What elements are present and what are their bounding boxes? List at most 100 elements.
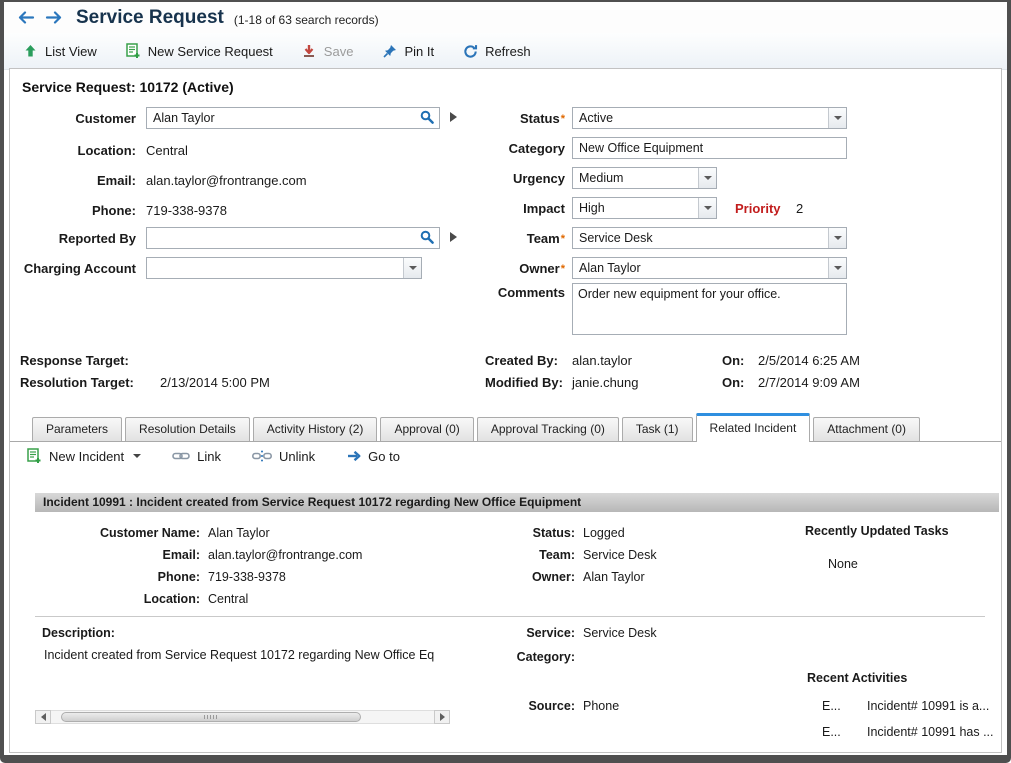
related-incident-toolbar: New Incident Link Unlink Go to xyxy=(26,443,400,469)
incident-owner-label: Owner: xyxy=(440,568,575,586)
comments-field[interactable]: Order new equipment for your office. xyxy=(572,283,847,335)
customer-label: Customer xyxy=(10,109,136,129)
chevron-down-icon xyxy=(133,454,141,458)
owner-select[interactable]: Alan Taylor xyxy=(572,257,847,279)
tab-approval-tracking[interactable]: Approval Tracking (0) xyxy=(477,417,619,441)
horizontal-scrollbar[interactable] xyxy=(35,709,450,725)
tab-attachment[interactable]: Attachment (0) xyxy=(813,417,920,441)
modified-on-value: 2/7/2014 9:09 AM xyxy=(758,373,860,393)
incident-header-bar[interactable]: Incident 10991 : Incident created from S… xyxy=(35,493,999,512)
refresh-icon xyxy=(462,43,479,60)
reported-by-input[interactable] xyxy=(146,227,440,249)
record-count: (1-18 of 63 search records) xyxy=(234,9,379,27)
scrollbar-track[interactable] xyxy=(51,710,434,724)
incident-team-label: Team: xyxy=(440,546,575,564)
incident-owner-value: Alan Taylor xyxy=(583,568,645,586)
chevron-down-icon xyxy=(698,198,716,218)
modified-on-label: On: xyxy=(722,373,744,393)
record-title: Service Request: 10172 (Active) xyxy=(22,79,234,95)
go-to-icon xyxy=(345,448,362,465)
created-by-label: Created By: xyxy=(485,351,558,371)
activity-row-type: E... xyxy=(822,697,841,715)
chevron-down-icon xyxy=(828,108,846,128)
link-button[interactable]: Link xyxy=(171,448,221,465)
scroll-right-button[interactable] xyxy=(434,710,450,724)
location-label: Location: xyxy=(10,141,136,161)
tab-approval[interactable]: Approval (0) xyxy=(380,417,473,441)
resolution-target-label: Resolution Target: xyxy=(20,373,134,393)
incident-email-value: alan.taylor@frontrange.com xyxy=(208,546,362,564)
impact-select[interactable]: High xyxy=(572,197,717,219)
incident-status-value: Logged xyxy=(583,524,625,542)
priority-value: 2 xyxy=(796,199,803,219)
response-target-label: Response Target: xyxy=(20,351,129,371)
activity-row-text[interactable]: Incident# 10991 is a... xyxy=(867,697,989,715)
team-select[interactable]: Service Desk xyxy=(572,227,847,249)
back-icon[interactable] xyxy=(18,11,35,24)
incident-description-label: Description: xyxy=(42,624,115,642)
charging-account-label: Charging Account xyxy=(10,259,136,279)
tab-related-incident[interactable]: Related Incident xyxy=(696,413,811,442)
created-on-value: 2/5/2014 6:25 AM xyxy=(758,351,860,371)
incident-service-label: Service: xyxy=(440,624,575,642)
created-by-value: alan.taylor xyxy=(572,351,632,371)
modified-by-value: janie.chung xyxy=(572,373,639,393)
incident-description-value: Incident created from Service Request 10… xyxy=(44,646,464,664)
reported-by-label: Reported By xyxy=(10,229,136,249)
tab-activity-history[interactable]: Activity History (2) xyxy=(253,417,378,441)
resolution-target-value: 2/13/2014 5:00 PM xyxy=(160,373,270,393)
app-window: Service Request (1-18 of 63 search recor… xyxy=(0,0,1011,763)
page-title: Service Request xyxy=(76,7,224,29)
phone-value: 719-338-9378 xyxy=(146,201,227,221)
new-service-request-icon xyxy=(125,43,142,60)
incident-team-value: Service Desk xyxy=(583,546,657,564)
unlink-icon xyxy=(251,448,273,465)
recently-updated-tasks-empty: None xyxy=(828,555,858,573)
pin-it-button[interactable]: Pin It xyxy=(381,43,434,60)
new-service-request-button[interactable]: New Service Request xyxy=(125,43,273,60)
scroll-left-button[interactable] xyxy=(35,710,51,724)
new-incident-button[interactable]: New Incident xyxy=(26,448,141,465)
list-view-button[interactable]: List View xyxy=(22,43,97,60)
status-label: Status* xyxy=(437,109,565,129)
email-value: alan.taylor@frontrange.com xyxy=(146,171,307,191)
save-button[interactable]: Save xyxy=(301,43,354,60)
urgency-select[interactable]: Medium xyxy=(572,167,717,189)
phone-label: Phone: xyxy=(10,201,136,221)
refresh-button[interactable]: Refresh xyxy=(462,43,531,60)
customer-search-icon[interactable] xyxy=(420,110,434,129)
divider xyxy=(35,616,985,617)
reported-by-search-icon[interactable] xyxy=(420,230,434,249)
created-on-label: On: xyxy=(722,351,744,371)
scrollbar-thumb[interactable] xyxy=(61,712,361,722)
unlink-button[interactable]: Unlink xyxy=(251,448,315,465)
tab-resolution-details[interactable]: Resolution Details xyxy=(125,417,250,441)
chevron-down-icon xyxy=(698,168,716,188)
category-input[interactable] xyxy=(572,137,847,159)
activity-row-text[interactable]: Incident# 10991 has ... xyxy=(867,723,993,741)
pin-icon xyxy=(381,43,398,60)
tab-parameters[interactable]: Parameters xyxy=(32,417,122,441)
new-incident-icon xyxy=(26,448,43,465)
customer-input[interactable] xyxy=(146,107,440,129)
incident-customer-name-value: Alan Taylor xyxy=(208,524,270,542)
category-label: Category xyxy=(437,139,565,159)
tab-task[interactable]: Task (1) xyxy=(622,417,693,441)
link-icon xyxy=(171,448,191,465)
incident-source-label: Source: xyxy=(440,697,575,715)
incident-category-label: Category: xyxy=(440,648,575,666)
recently-updated-tasks-title: Recently Updated Tasks xyxy=(805,522,949,540)
incident-location-label: Location: xyxy=(35,590,200,608)
incident-location-value: Central xyxy=(208,590,248,608)
forward-icon[interactable] xyxy=(45,11,62,24)
incident-phone-value: 719-338-9378 xyxy=(208,568,286,586)
incident-customer-name-label: Customer Name: xyxy=(35,524,200,542)
charging-account-select[interactable] xyxy=(146,257,422,279)
owner-label: Owner* xyxy=(437,259,565,279)
incident-service-value: Service Desk xyxy=(583,624,657,642)
status-select[interactable]: Active xyxy=(572,107,847,129)
email-label: Email: xyxy=(10,171,136,191)
go-to-button[interactable]: Go to xyxy=(345,448,400,465)
recent-activities-title: Recent Activities xyxy=(807,669,907,687)
team-label: Team* xyxy=(437,229,565,249)
